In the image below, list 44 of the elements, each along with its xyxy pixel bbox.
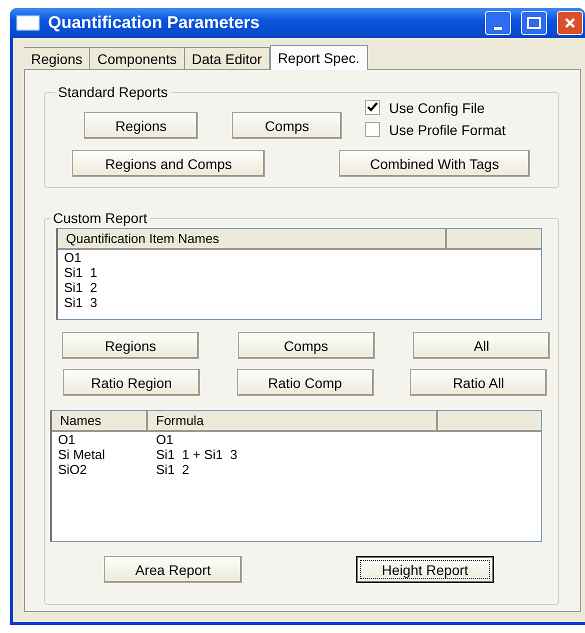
report-button[interactable]: Area Report [104,556,242,583]
checkbox-label: Use Config File [389,100,485,116]
report-button[interactable]: Comps [232,112,342,139]
custom-report-button[interactable]: Ratio Region [63,369,200,396]
table-cell-text: SiO2 [57,462,88,477]
list-item[interactable]: Si1 2 [58,280,541,295]
tab[interactable]: Data Editor [184,47,270,70]
custom-report-button[interactable]: Ratio Comp [236,369,374,396]
minimize-icon [494,26,502,30]
report-button[interactable]: Regions [84,112,198,139]
checkbox-box[interactable] [365,100,380,115]
tab[interactable]: Regions [24,47,90,70]
custom-report-button[interactable]: Regions [62,332,199,359]
list-item[interactable]: Si1 3 [58,295,541,310]
window-icon [16,15,40,31]
table-cell-text: Si Metal [57,447,106,462]
list-item[interactable]: O1 [58,250,541,265]
checkbox-label: Use Profile Format [389,122,506,138]
minimize-button[interactable] [485,11,511,35]
checkbox[interactable]: Use Profile Format [365,122,506,138]
close-button[interactable] [557,11,583,35]
report-button[interactable]: Regions and Comps [72,150,265,177]
report-button[interactable]: Combined With Tags [339,150,530,177]
group-title: Custom Report [52,210,148,226]
table-cell-text: Si1 2 [155,462,190,477]
table-cell-text: O1 [155,432,174,447]
custom-report-button[interactable]: Ratio All [410,369,547,396]
tab[interactable]: Components [90,47,185,70]
column-header[interactable]: Formula [148,411,438,430]
column-header[interactable]: Names [52,411,148,430]
table-cell-text: O1 [57,432,76,447]
close-icon [564,17,576,29]
checkbox[interactable]: Use Config File [365,100,506,116]
list-item[interactable]: Si1 1 [58,265,541,280]
checkbox-box[interactable] [365,122,380,137]
group-title: Standard Reports [57,84,169,100]
maximize-icon [527,17,541,29]
custom-report-button[interactable]: Comps [238,332,374,359]
custom-report-button[interactable]: All [413,332,550,359]
maximize-button[interactable] [521,11,547,35]
table-cell-text: Si1 1 + Si1 3 [155,447,238,462]
tab[interactable]: Report Spec. [270,45,368,70]
window-title: Quantification Parameters [48,13,261,33]
report-button[interactable]: Height Report [356,556,494,583]
